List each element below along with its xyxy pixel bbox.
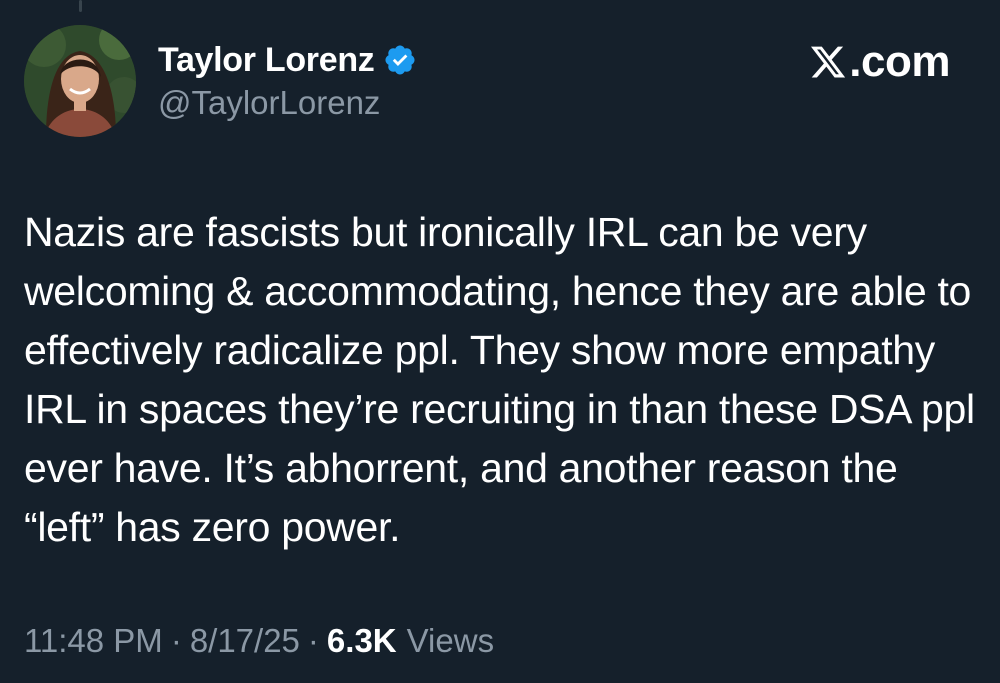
tweet-card: Taylor Lorenz @TaylorLorenz .com Nazis a… xyxy=(0,0,1000,683)
views-count[interactable]: 6.3K xyxy=(327,622,397,660)
author-name-row: Taylor Lorenz xyxy=(158,38,417,82)
meta-separator: · xyxy=(307,622,319,659)
tweet-text: Nazis are fascists but ironically IRL ca… xyxy=(24,209,975,550)
tweet-time[interactable]: 11:48 PM xyxy=(24,622,163,660)
x-com-watermark: .com xyxy=(809,36,950,88)
x-logo-icon xyxy=(809,42,847,82)
avatar[interactable] xyxy=(24,25,136,137)
tweet-date[interactable]: 8/17/25 xyxy=(190,622,300,660)
brand-domain-text: .com xyxy=(849,37,950,86)
tweet-metadata: 11:48 PM · 8/17/25 · 6.3K Views xyxy=(24,622,494,660)
verified-badge-icon xyxy=(383,43,417,77)
thread-connector-line xyxy=(79,0,82,12)
author-handle[interactable]: @TaylorLorenz xyxy=(158,84,380,122)
avatar-image xyxy=(24,25,136,137)
views-label[interactable]: Views xyxy=(407,622,494,660)
author-display-name[interactable]: Taylor Lorenz xyxy=(158,41,375,80)
meta-separator: · xyxy=(170,622,182,659)
